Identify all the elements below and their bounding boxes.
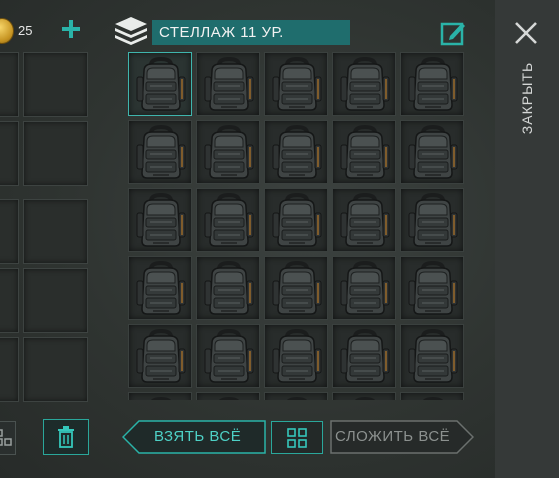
- backpack-icon: [151, 397, 171, 400]
- take-all-button[interactable]: ВЗЯТЬ ВСЁ: [122, 420, 266, 454]
- backpack-icon: [272, 193, 322, 247]
- backpack-icon: [408, 329, 458, 383]
- close-panel: ЗАКРЫТЬ: [495, 0, 559, 478]
- coin-count: 25: [18, 23, 33, 38]
- storage-title: СТЕЛЛАЖ 11 УР.: [159, 24, 284, 41]
- backpack-icon: [136, 329, 186, 383]
- backpack-icon: [219, 397, 239, 400]
- backpack-icon: [340, 57, 390, 111]
- storage-slot[interactable]: [196, 256, 260, 320]
- storage-slot[interactable]: [196, 52, 260, 116]
- storage-slot[interactable]: [264, 52, 328, 116]
- backpack-icon: [136, 193, 186, 247]
- inventory-slot[interactable]: [0, 337, 19, 402]
- inventory-slot[interactable]: [0, 121, 19, 186]
- backpack-icon: [204, 125, 254, 179]
- backpack-icon: [204, 57, 254, 111]
- backpack-icon: [408, 125, 458, 179]
- storage-slot[interactable]: [196, 120, 260, 184]
- storage-slot[interactable]: [196, 392, 260, 400]
- backpack-icon: [355, 397, 375, 400]
- storage-slot[interactable]: [400, 324, 464, 388]
- storage-slot[interactable]: [400, 188, 464, 252]
- storage-slot[interactable]: [264, 256, 328, 320]
- storage-screen: 25 СТЕЛЛАЖ 11 УР. ВЗЯТЬ ВСЁ СЛОЖИТЬ ВСЁ …: [0, 0, 559, 478]
- backpack-icon: [340, 261, 390, 315]
- backpack-icon: [408, 193, 458, 247]
- storage-slot[interactable]: [332, 256, 396, 320]
- inventory-slot[interactable]: [0, 52, 19, 117]
- storage-slot[interactable]: [196, 324, 260, 388]
- backpack-icon: [408, 261, 458, 315]
- storage-slot[interactable]: [264, 120, 328, 184]
- stack-all-label: СЛОЖИТЬ ВСЁ: [335, 428, 451, 445]
- backpack-icon: [272, 329, 322, 383]
- close-label[interactable]: ЗАКРЫТЬ: [519, 62, 535, 134]
- backpack-icon: [408, 57, 458, 111]
- inventory-slot[interactable]: [23, 199, 88, 264]
- close-icon[interactable]: [513, 20, 539, 46]
- backpack-icon: [340, 193, 390, 247]
- storage-slot[interactable]: [400, 120, 464, 184]
- backpack-icon: [204, 193, 254, 247]
- backpack-icon: [204, 329, 254, 383]
- storage-slot[interactable]: [332, 188, 396, 252]
- storage-slot[interactable]: [400, 392, 464, 400]
- backpack-icon: [287, 397, 307, 400]
- backpack-icon: [340, 329, 390, 383]
- stack-all-button[interactable]: СЛОЖИТЬ ВСЁ: [330, 420, 474, 454]
- inventory-slot[interactable]: [0, 268, 19, 333]
- storage-slot[interactable]: [400, 256, 464, 320]
- storage-slot[interactable]: [332, 120, 396, 184]
- sort-button[interactable]: [271, 421, 323, 454]
- sort-grid-icon: [287, 427, 307, 448]
- backpack-icon: [272, 125, 322, 179]
- backpack-icon: [272, 57, 322, 111]
- take-all-label: ВЗЯТЬ ВСЁ: [154, 428, 242, 445]
- plus-icon: [62, 20, 80, 38]
- storage-slot[interactable]: [332, 324, 396, 388]
- backpack-icon: [423, 397, 443, 400]
- storage-slot[interactable]: [128, 52, 192, 116]
- backpack-icon: [204, 261, 254, 315]
- trash-icon: [58, 426, 74, 448]
- storage-grid: [128, 52, 466, 400]
- inventory-sort-button[interactable]: [0, 421, 16, 455]
- coin-icon: [0, 18, 14, 44]
- storage-slot[interactable]: [264, 392, 328, 400]
- storage-slot[interactable]: [196, 188, 260, 252]
- inventory-slot[interactable]: [0, 199, 19, 264]
- backpack-icon: [136, 57, 186, 111]
- backpack-icon: [272, 261, 322, 315]
- backpack-icon: [340, 125, 390, 179]
- storage-slot[interactable]: [264, 324, 328, 388]
- sort-grid-icon: [0, 429, 12, 446]
- edit-note-icon[interactable]: [440, 20, 466, 46]
- add-coins-button[interactable]: [60, 18, 82, 40]
- storage-slot[interactable]: [128, 188, 192, 252]
- inventory-slot[interactable]: [23, 52, 88, 117]
- storage-title-bar: СТЕЛЛАЖ 11 УР.: [152, 20, 350, 45]
- storage-slot[interactable]: [332, 52, 396, 116]
- storage-slot[interactable]: [128, 324, 192, 388]
- storage-slot[interactable]: [400, 52, 464, 116]
- storage-slot[interactable]: [128, 256, 192, 320]
- inventory-slot[interactable]: [23, 121, 88, 186]
- storage-shelf-icon: [115, 17, 147, 45]
- trash-button[interactable]: [43, 419, 89, 455]
- inventory-slot[interactable]: [23, 337, 88, 402]
- storage-slot[interactable]: [264, 188, 328, 252]
- storage-slot[interactable]: [128, 392, 192, 400]
- storage-slot[interactable]: [128, 120, 192, 184]
- backpack-icon: [136, 261, 186, 315]
- backpack-icon: [136, 125, 186, 179]
- inventory-slot[interactable]: [23, 268, 88, 333]
- storage-slot[interactable]: [332, 392, 396, 400]
